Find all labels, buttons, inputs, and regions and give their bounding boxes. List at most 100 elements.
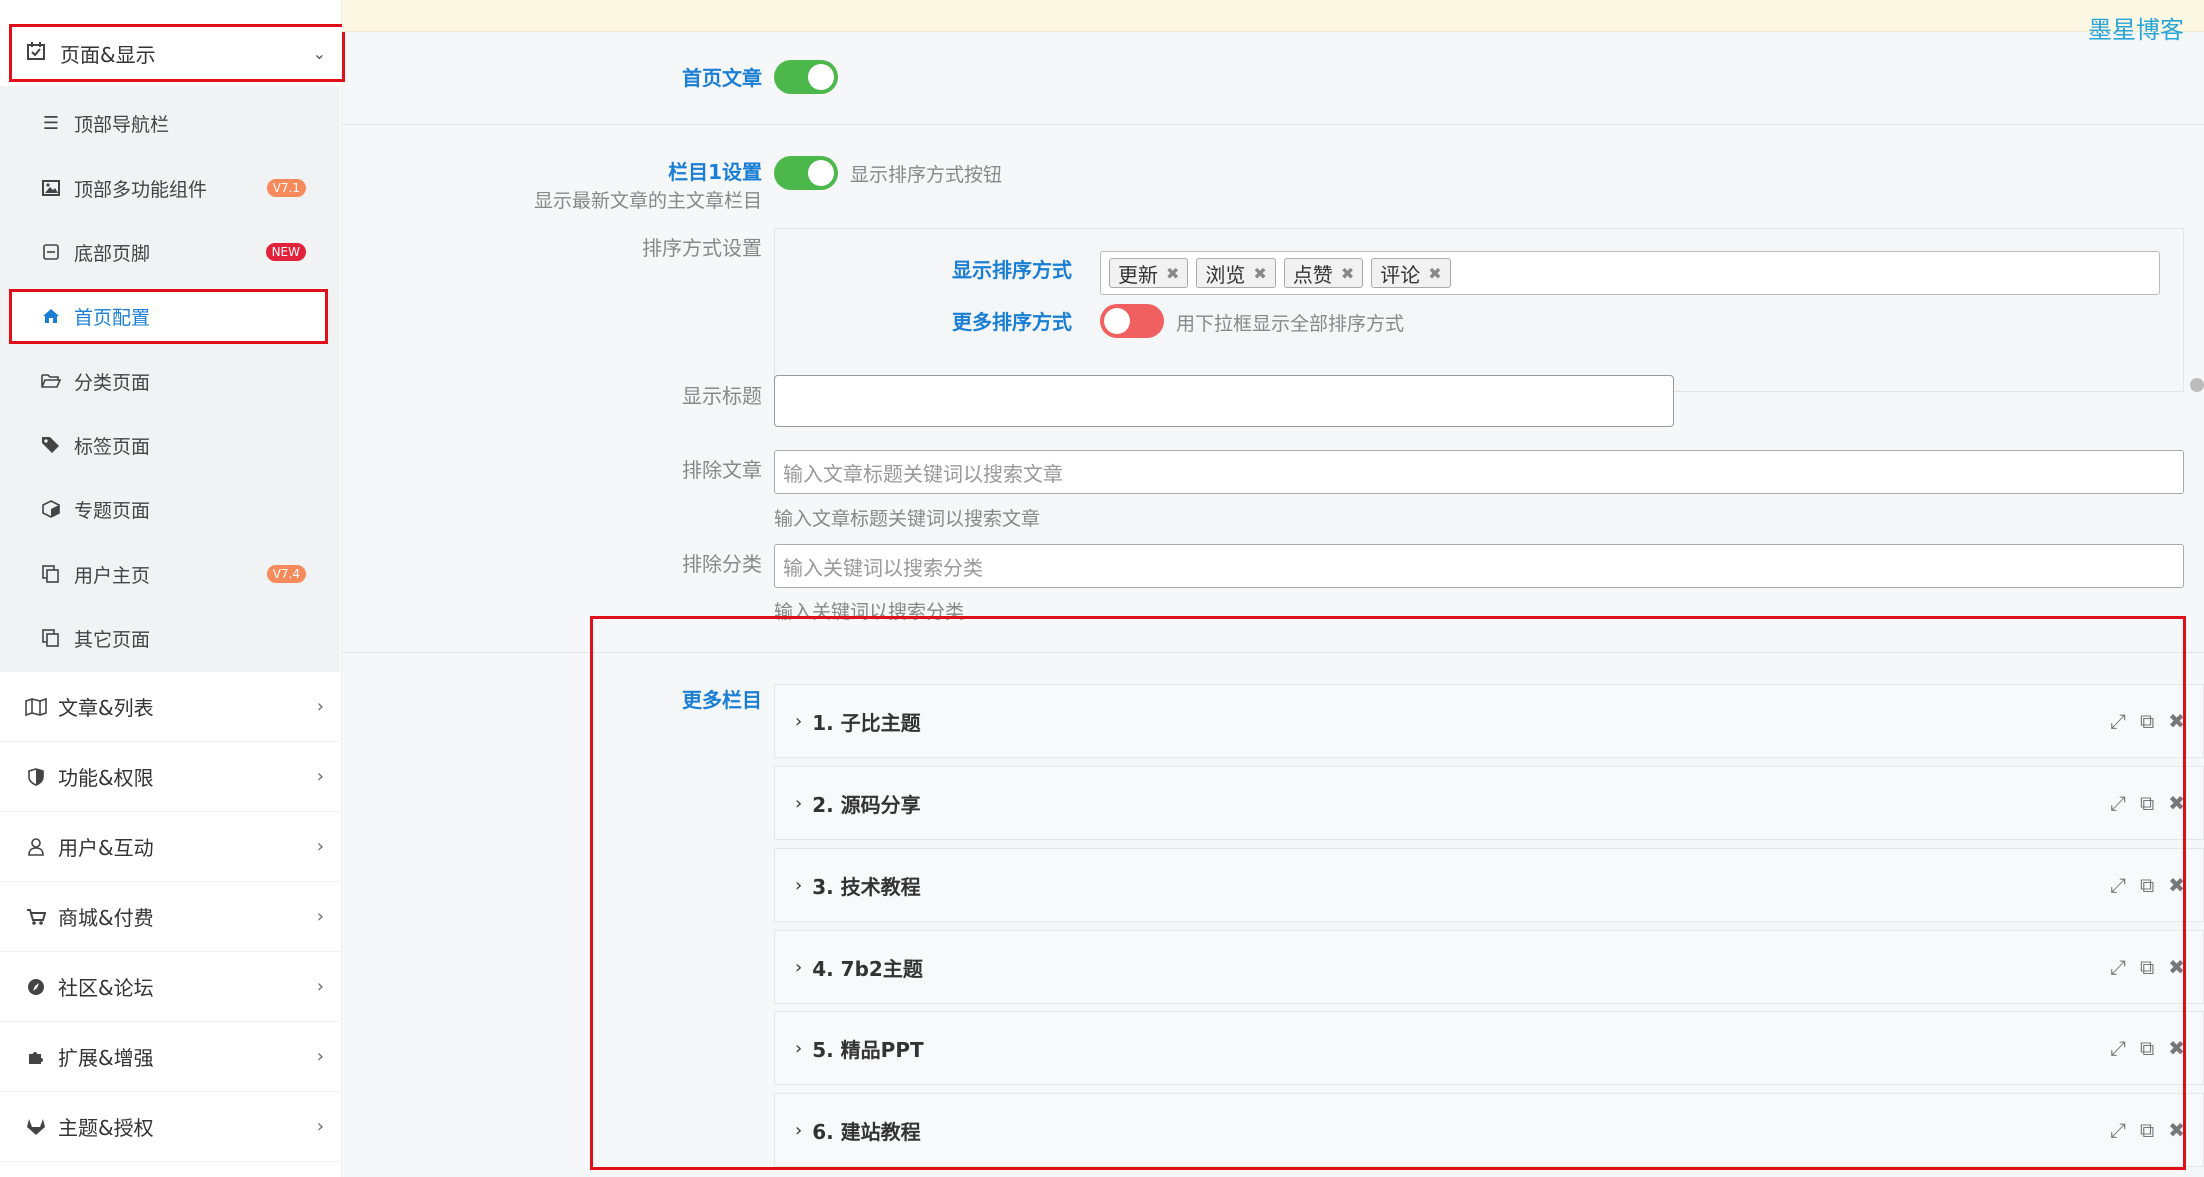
cart-icon: [24, 908, 48, 926]
exclude-articles-hint: 输入文章标题关键词以搜索文章: [774, 508, 1041, 530]
toggle-knob: [808, 64, 834, 90]
chevron-right-icon: ›: [316, 766, 324, 787]
column1-desc: 显示最新文章的主文章栏目: [533, 190, 762, 212]
sidebar-sub-item-tags[interactable]: 标签页面: [40, 425, 330, 465]
new-badge: NEW: [265, 243, 306, 261]
highlight-frame: [590, 616, 2186, 1170]
tag-label: 点赞: [1292, 262, 1333, 287]
sub-item-label: 专题页面: [74, 499, 151, 522]
gitlab-icon: [24, 1118, 48, 1136]
sidebar-sub-item-topics[interactable]: 专题页面: [40, 489, 330, 529]
column1-label: 栏目1设置: [668, 160, 762, 184]
sub-item-label: 用户主页: [74, 564, 151, 587]
home-article-label: 首页文章: [682, 66, 762, 90]
sub-item-label: 顶部多功能组件: [74, 178, 208, 201]
chevron-right-icon: ›: [316, 976, 324, 997]
bars-icon: ☰: [42, 112, 60, 134]
chevron-right-icon: ›: [316, 1116, 324, 1137]
sidebar-item-articles[interactable]: 文章&列表 ›: [0, 672, 340, 742]
copy-icon: [40, 565, 62, 583]
map-icon: [24, 697, 48, 716]
exclude-articles-label: 排除文章: [682, 458, 762, 482]
user-icon: [24, 837, 48, 856]
image-icon: [40, 180, 62, 196]
more-sort-label: 更多排序方式: [952, 310, 1072, 334]
copy-icon: [40, 629, 62, 647]
sidebar-item-label: 主题&授权: [58, 1116, 154, 1140]
notice-bar: 墨星博客: [342, 0, 2204, 44]
sidebar-item-label: 扩展&增强: [58, 1046, 154, 1070]
sidebar-sub-item-home[interactable]: 首页配置: [40, 296, 150, 336]
more-sort-desc: 用下拉框显示全部排序方式: [1176, 313, 1405, 335]
sub-item-label: 底部页脚: [74, 242, 151, 265]
chevron-right-icon: ›: [316, 1046, 324, 1067]
column1-toggle[interactable]: [774, 156, 838, 190]
home-article-toggle[interactable]: [774, 60, 838, 94]
sidebar-item-label: 用户&互动: [58, 836, 154, 860]
home-icon: [40, 308, 62, 324]
exclude-categories-input[interactable]: 输入关键词以搜索分类: [774, 544, 2184, 588]
sidebar-sub-item-other-pages[interactable]: 其它页面: [40, 618, 330, 658]
puzzle-icon: [24, 1048, 48, 1066]
tag-label: 浏览: [1205, 262, 1246, 287]
remove-icon[interactable]: ✖: [1253, 264, 1266, 283]
sidebar-sub-item-user-home[interactable]: 用户主页 V7.4: [40, 554, 330, 594]
sub-item-label: 分类页面: [74, 371, 151, 394]
cube-icon: [40, 500, 62, 518]
sidebar-sub-item-footer[interactable]: 底部页脚 NEW: [40, 232, 330, 272]
sub-item-label: 顶部导航栏: [74, 113, 170, 136]
sort-tag[interactable]: 点赞 ✖: [1283, 258, 1364, 288]
sort-tag[interactable]: 浏览 ✖: [1196, 258, 1276, 288]
input-placeholder: 输入关键词以搜索分类: [783, 555, 983, 580]
sidebar-item-shop[interactable]: 商城&付费 ›: [0, 882, 340, 952]
minus-square-icon: [40, 244, 62, 260]
more-sort-toggle[interactable]: [1100, 304, 1164, 338]
show-sort-label: 显示排序方式: [952, 258, 1072, 282]
remove-icon[interactable]: ✖: [1428, 264, 1441, 283]
calendar-check-icon: [26, 41, 46, 66]
sub-item-label: 标签页面: [74, 435, 151, 458]
sort-settings-label: 排序方式设置: [642, 236, 762, 260]
tags-icon: [40, 436, 62, 454]
remove-icon[interactable]: ✖: [1166, 264, 1179, 283]
folder-open-icon: [40, 373, 62, 389]
sub-item-label: 首页配置: [74, 306, 151, 329]
display-title-label: 显示标题: [682, 384, 762, 408]
sidebar-item-label: 社区&论坛: [58, 976, 154, 1000]
chevron-right-icon: ›: [316, 836, 324, 857]
sidebar-sub-item-category[interactable]: 分类页面: [40, 361, 330, 401]
exclude-articles-input[interactable]: 输入文章标题关键词以搜索文章: [774, 450, 2184, 494]
sidebar-item-page-display[interactable]: 页面&显示 ⌄: [9, 24, 345, 82]
sort-tag[interactable]: 评论 ✖: [1371, 258, 1451, 288]
sidebar: 页面&显示 ⌄ ☰ 顶部导航栏 顶部多功能组件 V7.1 底部页脚 NEW 首页…: [0, 0, 345, 1177]
sort-tag[interactable]: 更新 ✖: [1109, 258, 1189, 288]
sidebar-item-community[interactable]: 社区&论坛 ›: [0, 952, 340, 1022]
remove-icon[interactable]: ✖: [1341, 264, 1354, 283]
chevron-right-icon: ›: [316, 696, 324, 717]
sidebar-item-features[interactable]: 功能&权限 ›: [0, 742, 340, 812]
toggle-knob: [808, 160, 834, 186]
sub-item-label: 其它页面: [74, 628, 151, 651]
compass-icon: [24, 978, 48, 996]
sidebar-item-label: 功能&权限: [58, 766, 154, 790]
tag-label: 评论: [1380, 262, 1421, 287]
version-badge: V7.4: [266, 565, 306, 583]
sidebar-item-label: 文章&列表: [58, 696, 154, 720]
version-badge: V7.1: [266, 179, 306, 197]
exclude-categories-label: 排除分类: [682, 552, 762, 576]
input-placeholder: 输入文章标题关键词以搜索文章: [783, 461, 1063, 486]
sidebar-item-users[interactable]: 用户&互动 ›: [0, 812, 340, 882]
main-content: 首页文章 栏目1设置 显示最新文章的主文章栏目 显示排序方式按钮 排序方式设置 …: [342, 32, 2204, 1177]
chevron-right-icon: ›: [316, 906, 324, 927]
sidebar-item-label: 商城&付费: [58, 906, 154, 930]
sort-tags-input[interactable]: 更新 ✖ 浏览 ✖ 点赞 ✖ 评论 ✖: [1100, 251, 2160, 295]
help-icon[interactable]: [2190, 378, 2204, 392]
sidebar-item-theme-license[interactable]: 主题&授权 ›: [0, 1092, 340, 1162]
sidebar-item-extensions[interactable]: 扩展&增强 ›: [0, 1022, 340, 1092]
shield-icon: [24, 767, 48, 786]
toggle-knob: [1104, 308, 1130, 334]
sidebar-sub-item-top-widgets[interactable]: 顶部多功能组件 V7.1: [40, 168, 330, 208]
sidebar-sub-item-top-nav[interactable]: ☰ 顶部导航栏: [40, 103, 330, 143]
chevron-down-icon: ⌄: [312, 43, 326, 63]
display-title-textarea[interactable]: [774, 375, 1674, 427]
